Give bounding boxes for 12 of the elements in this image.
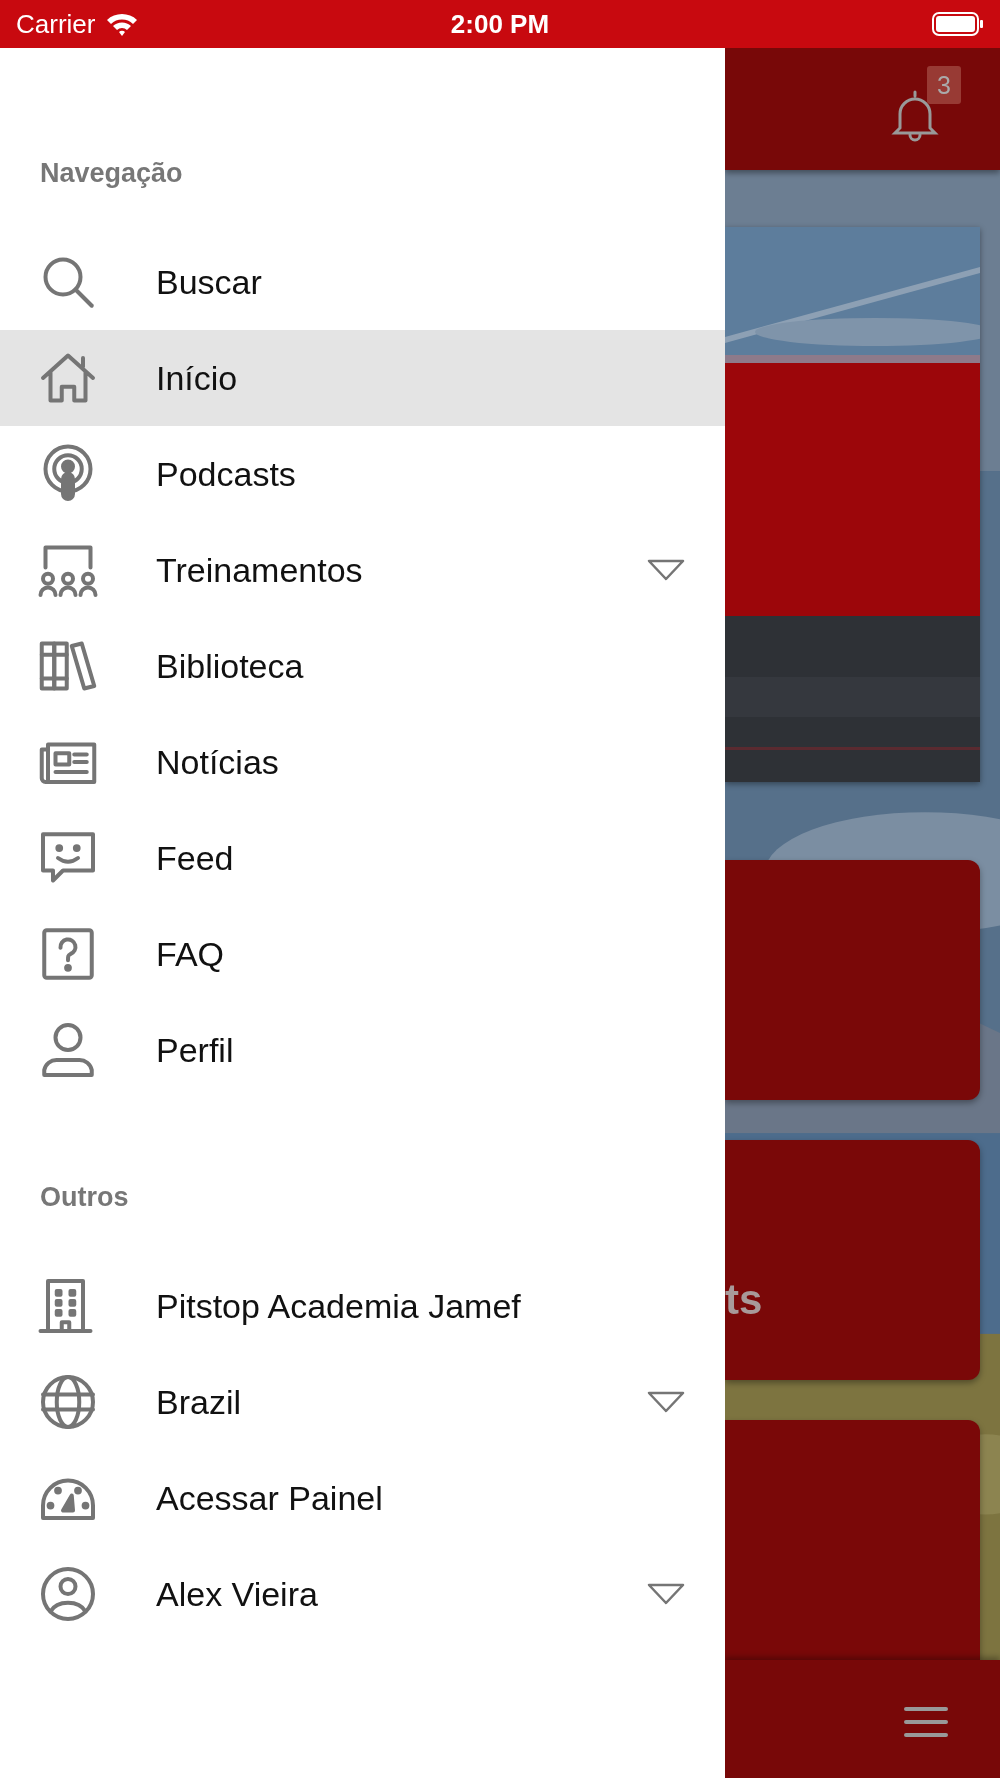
user-circle-icon (38, 1564, 98, 1624)
bell-icon[interactable] (890, 88, 940, 142)
globe-icon (38, 1372, 98, 1432)
menu-icon[interactable] (904, 1704, 948, 1739)
carrier-name: Carrier (16, 8, 96, 40)
wifi-icon (105, 11, 140, 37)
section-title: Outros (39, 1181, 130, 1214)
menu-item[interactable]: Início (0, 330, 725, 426)
clock-time: 2:00 PM (450, 8, 550, 39)
section-title: Navegação (39, 157, 184, 190)
notification-badge: 3 (927, 66, 961, 104)
battery-icon (932, 12, 984, 36)
